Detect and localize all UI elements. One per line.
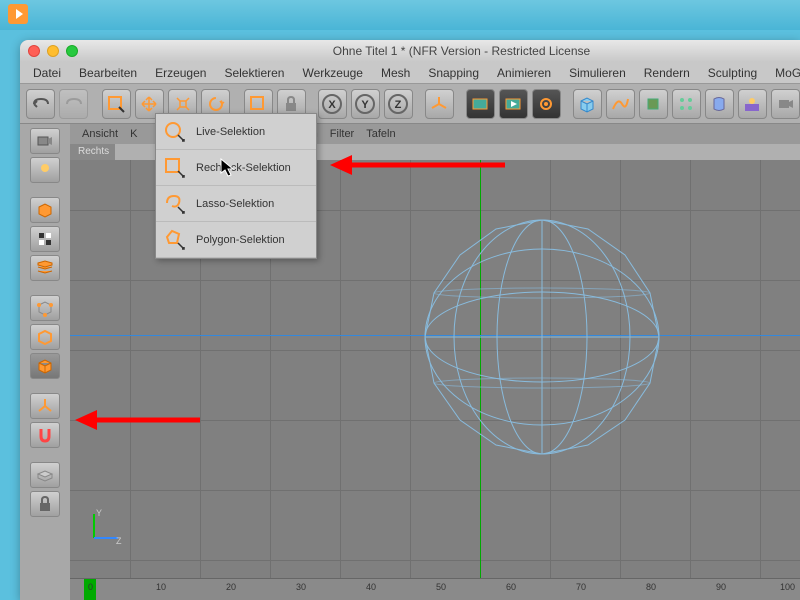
timeline[interactable]: 0 10 20 30 40 50 60 70 80 90 100 [70, 578, 800, 600]
camera-button[interactable] [771, 89, 800, 119]
dropdown-item-label: Live-Selektion [196, 126, 265, 138]
dropdown-live-selektion[interactable]: Live-Selektion [156, 114, 316, 150]
axis-x-button[interactable]: X [318, 89, 347, 119]
menu-mograph[interactable]: MoGraph [766, 66, 800, 80]
svg-text:X: X [329, 99, 337, 111]
window-title: Ohne Titel 1 * (NFR Version - Restricted… [333, 44, 590, 58]
menu-sculpting[interactable]: Sculpting [699, 66, 766, 80]
object-mode-button[interactable] [30, 226, 60, 252]
maximize-button[interactable] [66, 45, 78, 57]
menu-simulieren[interactable]: Simulieren [560, 66, 635, 80]
edge-mode-button[interactable] [30, 324, 60, 350]
camera-tool-button[interactable] [30, 128, 60, 154]
arrow-annotation-2 [75, 405, 205, 435]
outer-titlebar [0, 0, 800, 30]
dropdown-item-label: Rechteck-Selektion [196, 162, 291, 174]
viewport-menu-filter[interactable]: Filter [330, 128, 354, 140]
array-button[interactable] [672, 89, 701, 119]
render-region-button[interactable] [499, 89, 528, 119]
menubar: Datei Bearbeiten Erzeugen Selektieren We… [20, 62, 800, 84]
main-toolbar: X Y Z [20, 84, 800, 124]
dropdown-rechteck-selektion[interactable]: Rechteck-Selektion [156, 150, 316, 186]
arrow-annotation-1 [330, 150, 510, 180]
left-toolbar [20, 124, 70, 600]
render-button[interactable] [466, 89, 495, 119]
sphere-object[interactable] [420, 215, 665, 460]
primitive-cube-button[interactable] [573, 89, 602, 119]
viewport-menu-ansicht[interactable]: Ansicht [82, 128, 118, 140]
selection-dropdown: Live-Selektion Rechteck-Selektion Lasso-… [155, 113, 317, 259]
close-button[interactable] [28, 45, 40, 57]
environment-button[interactable] [738, 89, 767, 119]
redo-button[interactable] [59, 89, 88, 119]
cursor-icon [220, 158, 236, 178]
axis-y-button[interactable]: Y [351, 89, 380, 119]
dropdown-lasso-selektion[interactable]: Lasso-Selektion [156, 186, 316, 222]
viewport-label: Rechts [70, 144, 115, 160]
nurbs-button[interactable] [639, 89, 668, 119]
spline-button[interactable] [606, 89, 635, 119]
viewport-menu-tafeln[interactable]: Tafeln [366, 128, 395, 140]
render-settings-button[interactable] [532, 89, 561, 119]
minimize-button[interactable] [47, 45, 59, 57]
app-window: Ohne Titel 1 * (NFR Version - Restricted… [20, 40, 800, 600]
coord-button[interactable] [425, 89, 454, 119]
polygon-mode-button[interactable] [30, 353, 60, 379]
menu-mesh[interactable]: Mesh [372, 66, 419, 80]
menu-selektieren[interactable]: Selektieren [215, 66, 293, 80]
dropdown-polygon-selektion[interactable]: Polygon-Selektion [156, 222, 316, 258]
menu-snapping[interactable]: Snapping [419, 66, 488, 80]
rect-pointer-icon [164, 157, 186, 179]
menu-werkzeuge[interactable]: Werkzeuge [293, 66, 371, 80]
axis-tool-button[interactable] [30, 393, 60, 419]
menu-datei[interactable]: Datei [24, 66, 70, 80]
window-titlebar: Ohne Titel 1 * (NFR Version - Restricted… [20, 40, 800, 62]
deformer-button[interactable] [705, 89, 734, 119]
menu-erzeugen[interactable]: Erzeugen [146, 66, 215, 80]
svg-text:Z: Z [116, 536, 122, 546]
circle-pointer-icon [164, 121, 186, 143]
axis-z-button[interactable]: Z [384, 89, 413, 119]
menu-bearbeiten[interactable]: Bearbeiten [70, 66, 146, 80]
dropdown-item-label: Polygon-Selektion [196, 234, 285, 246]
model-mode-button[interactable] [30, 197, 60, 223]
viewport-menu-k[interactable]: K [130, 128, 137, 140]
point-mode-button[interactable] [30, 295, 60, 321]
svg-text:Y: Y [96, 508, 102, 518]
svg-text:Z: Z [395, 99, 402, 111]
workspace: Ansicht K nen Filter Tafeln Rechts [20, 124, 800, 600]
undo-button[interactable] [26, 89, 55, 119]
svg-text:Y: Y [362, 99, 370, 111]
snap-tool-button[interactable] [30, 422, 60, 448]
lasso-pointer-icon [164, 193, 186, 215]
menu-animieren[interactable]: Animieren [488, 66, 560, 80]
menu-rendern[interactable]: Rendern [635, 66, 699, 80]
play-icon[interactable] [8, 4, 28, 24]
workplane-button[interactable] [30, 462, 60, 488]
traffic-lights [28, 45, 78, 57]
axis-widget: Y Z [86, 506, 126, 546]
dropdown-item-label: Lasso-Selektion [196, 198, 274, 210]
lock-workplane-button[interactable] [30, 491, 60, 517]
poly-pointer-icon [164, 229, 186, 251]
select-rect-button[interactable] [102, 89, 131, 119]
light-tool-button[interactable] [30, 157, 60, 183]
texture-mode-button[interactable] [30, 255, 60, 281]
